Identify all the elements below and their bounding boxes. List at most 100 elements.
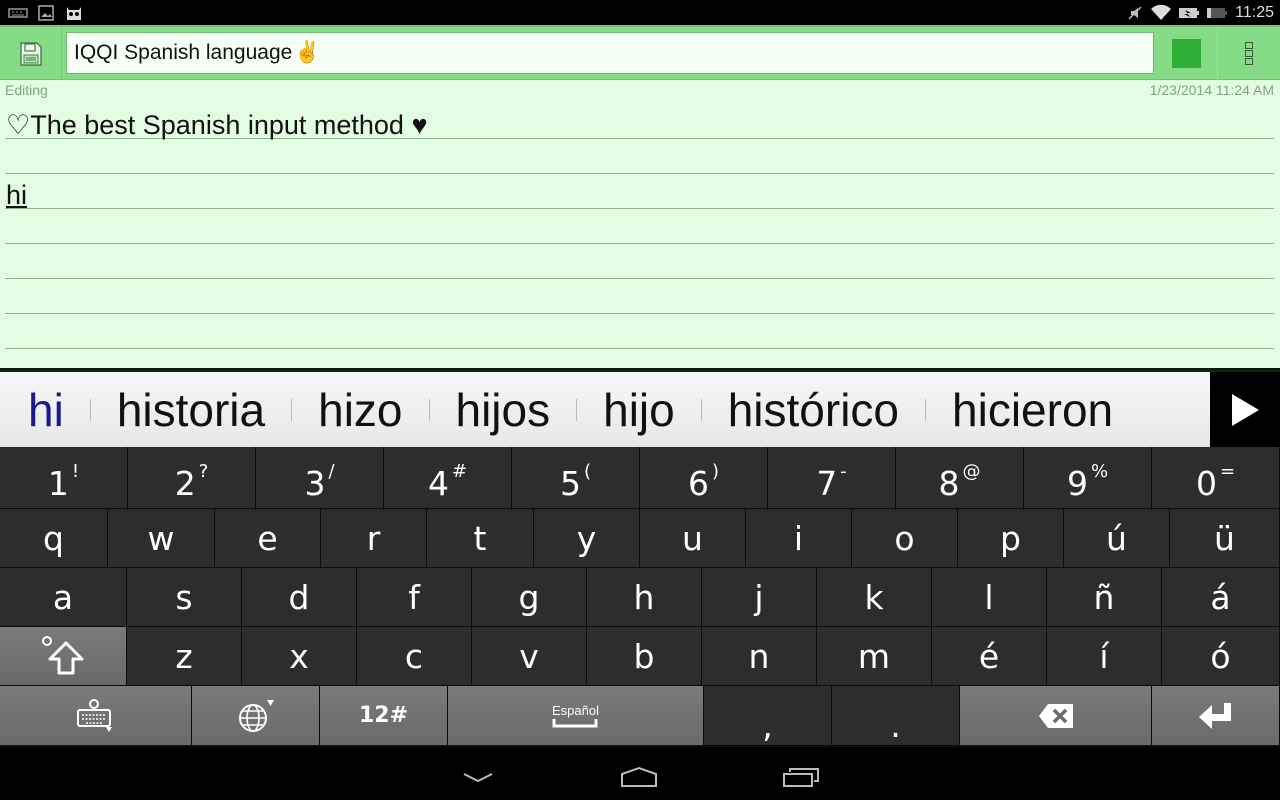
- save-button[interactable]: [0, 27, 62, 80]
- comma-key[interactable]: ,: [704, 686, 832, 746]
- number-key-5[interactable]: 5(: [512, 447, 640, 509]
- key-g[interactable]: g: [472, 568, 587, 627]
- key-alt-char: #: [451, 461, 468, 482]
- key-q[interactable]: q: [0, 509, 108, 568]
- key-ú[interactable]: ú: [1064, 509, 1170, 568]
- number-key-7[interactable]: 7-: [768, 447, 896, 509]
- key-á[interactable]: á: [1162, 568, 1280, 627]
- key-s[interactable]: s: [127, 568, 242, 627]
- more-candidates-button[interactable]: [1210, 372, 1280, 447]
- key-main-char: 0: [1195, 464, 1217, 503]
- key-e[interactable]: e: [215, 509, 321, 568]
- overflow-menu-button[interactable]: [1218, 27, 1280, 80]
- keyboard-settings-key[interactable]: [0, 686, 192, 746]
- key-r[interactable]: r: [321, 509, 427, 568]
- battery-icon: [1207, 7, 1228, 18]
- key-alt-char: ?: [198, 461, 209, 482]
- key-alt-char: %: [1090, 461, 1109, 482]
- key-p[interactable]: p: [958, 509, 1064, 568]
- play-arrow-icon: [1232, 393, 1259, 426]
- note-color-button[interactable]: [1156, 27, 1218, 80]
- key-alt-char: @: [962, 461, 981, 482]
- candidate-word[interactable]: histórico: [726, 387, 901, 433]
- space-language-label: Español: [552, 703, 599, 718]
- letter-row-1: qwertyuiopúü: [0, 509, 1280, 568]
- number-key-6[interactable]: 6): [640, 447, 768, 509]
- candidate-word[interactable]: hijos: [454, 387, 553, 433]
- ruled-line: [5, 243, 1274, 244]
- key-i[interactable]: i: [746, 509, 852, 568]
- candidate-word[interactable]: historia: [115, 387, 267, 433]
- editing-status: Editing: [5, 82, 48, 98]
- number-key-1[interactable]: 1!: [0, 447, 128, 509]
- key-main-char: 1: [47, 464, 69, 503]
- key-alt-char: ): [711, 461, 720, 482]
- note-toolbar: IQQI Spanish language ✌: [0, 25, 1280, 80]
- key-alt-char: !: [71, 461, 80, 482]
- wifi-icon: [1151, 4, 1172, 20]
- recents-button[interactable]: [771, 762, 831, 792]
- home-button[interactable]: [609, 762, 669, 792]
- number-key-4[interactable]: 4 #: [384, 447, 512, 509]
- note-line-1: ♡The best Spanish input method ♥: [6, 110, 428, 140]
- number-key-8[interactable]: 8 @: [896, 447, 1024, 509]
- shift-key[interactable]: [0, 627, 127, 686]
- key-j[interactable]: j: [702, 568, 817, 627]
- note-editor[interactable]: Editing 1/23/2014 11:24 AM ♡The best Spa…: [0, 80, 1280, 370]
- key-w[interactable]: w: [108, 509, 215, 568]
- key-main-char: 6: [687, 464, 709, 503]
- number-key-3[interactable]: 3/: [256, 447, 384, 509]
- battery-charging-icon: [1179, 7, 1200, 18]
- key-ñ[interactable]: ñ: [1047, 568, 1162, 627]
- key-ó[interactable]: ó: [1162, 627, 1280, 686]
- victory-hand-emoji: ✌: [294, 41, 321, 64]
- number-key-2[interactable]: 2?: [128, 447, 256, 509]
- key-alt-char: /: [328, 461, 335, 482]
- key-k[interactable]: k: [817, 568, 932, 627]
- note-title-input[interactable]: IQQI Spanish language ✌: [66, 32, 1154, 74]
- key-é[interactable]: é: [932, 627, 1047, 686]
- backspace-key[interactable]: [960, 686, 1152, 746]
- period-key[interactable]: .: [832, 686, 960, 746]
- key-t[interactable]: t: [427, 509, 534, 568]
- candidate-word[interactable]: hi: [26, 387, 66, 433]
- space-key[interactable]: Español: [448, 686, 704, 746]
- key-u[interactable]: u: [640, 509, 746, 568]
- language-key[interactable]: [192, 686, 320, 746]
- candidate-bar: hi historia hizo hijos hijo histórico hi…: [0, 370, 1280, 447]
- ruled-line: [5, 173, 1274, 174]
- key-n[interactable]: n: [702, 627, 817, 686]
- candidate-separator: [291, 398, 293, 421]
- key-z[interactable]: z: [127, 627, 242, 686]
- candidate-word[interactable]: hijo: [601, 387, 677, 433]
- back-button[interactable]: [448, 762, 508, 792]
- candidate-separator: [428, 398, 430, 421]
- number-key-9[interactable]: 9%: [1024, 447, 1152, 509]
- candidate-word[interactable]: hicieron: [950, 387, 1115, 433]
- key-x[interactable]: x: [242, 627, 357, 686]
- key-f[interactable]: f: [357, 568, 472, 627]
- key-l[interactable]: l: [932, 568, 1047, 627]
- number-key-0[interactable]: 0 =: [1152, 447, 1280, 509]
- key-main-char: 4: [427, 464, 449, 503]
- symbols-key[interactable]: 12#: [320, 686, 448, 746]
- ruled-line: [5, 313, 1274, 314]
- key-m[interactable]: m: [817, 627, 932, 686]
- candidate-separator: [89, 398, 91, 421]
- key-í[interactable]: í: [1047, 627, 1162, 686]
- shift-icon: [42, 636, 84, 675]
- key-y[interactable]: y: [534, 509, 640, 568]
- number-row: 1! 2? 3/4 #5(6) 7-8 @9% 0 =: [0, 447, 1280, 509]
- key-a[interactable]: a: [0, 568, 127, 627]
- key-c[interactable]: c: [357, 627, 472, 686]
- key-b[interactable]: b: [587, 627, 702, 686]
- candidate-word[interactable]: hizo: [316, 387, 404, 433]
- key-d[interactable]: d: [242, 568, 357, 627]
- enter-key[interactable]: [1152, 686, 1280, 746]
- key-h[interactable]: h: [587, 568, 702, 627]
- key-ü[interactable]: ü: [1170, 509, 1280, 568]
- key-v[interactable]: v: [472, 627, 587, 686]
- key-o[interactable]: o: [852, 509, 958, 568]
- overflow-menu-icon: [1245, 42, 1253, 65]
- image-icon: [38, 4, 54, 21]
